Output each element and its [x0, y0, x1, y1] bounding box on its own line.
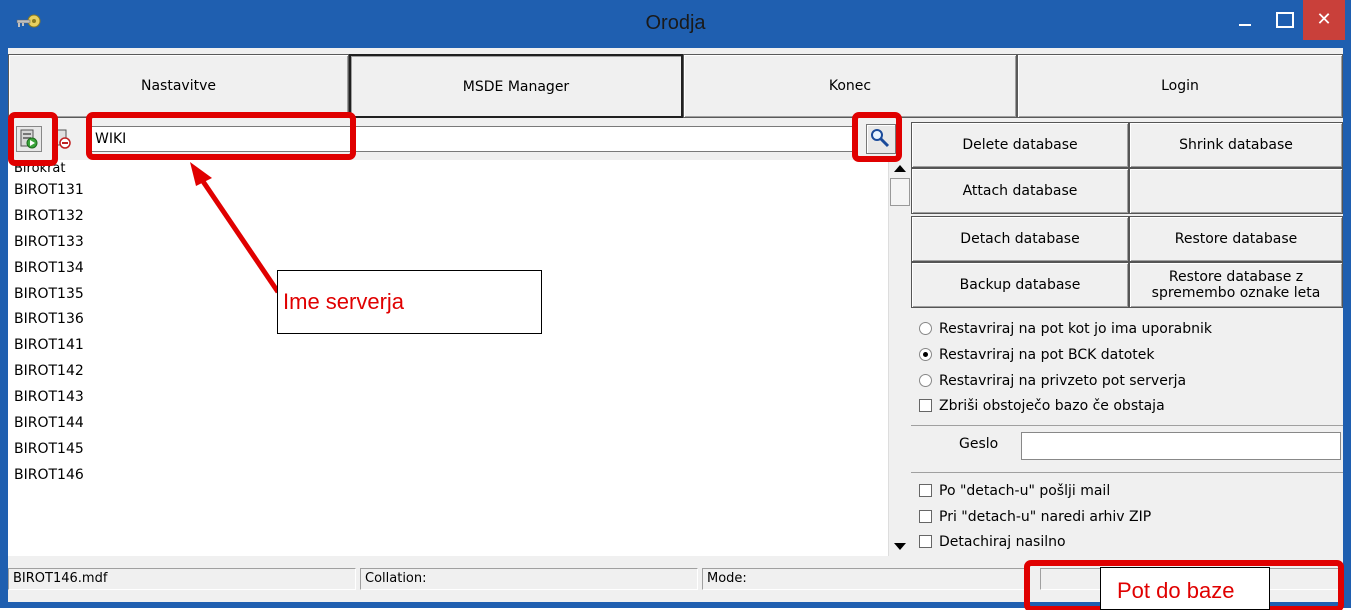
annotation-db-path: Pot do baze: [1100, 567, 1270, 610]
annotation-server-name: Ime serverja: [277, 270, 542, 334]
annotation-arrow: [190, 162, 281, 294]
